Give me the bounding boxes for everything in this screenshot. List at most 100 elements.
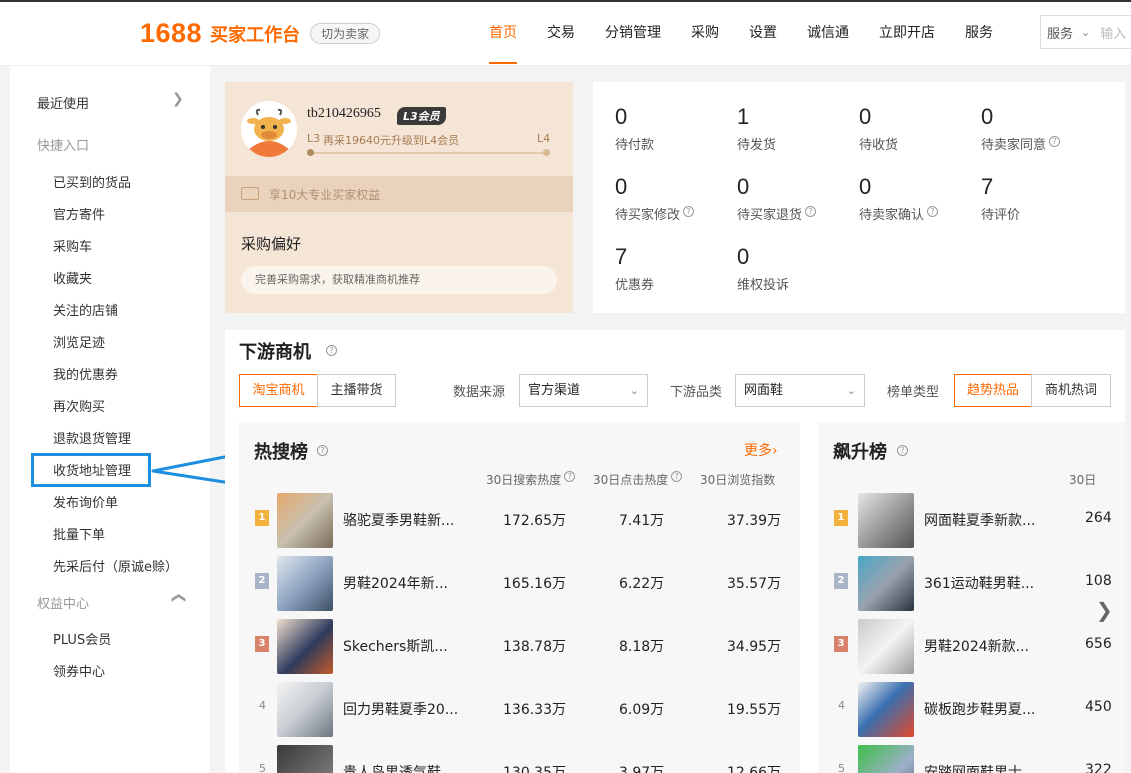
more-link[interactable]: 更多› [744, 440, 778, 460]
nav-settings[interactable]: 设置 [734, 0, 792, 66]
product-name[interactable]: Skechers斯凯... [343, 636, 468, 656]
nav-purchase[interactable]: 采购 [676, 0, 734, 66]
stat-label[interactable]: 维权投诉 [737, 274, 857, 293]
rights-text[interactable]: 享10大专业买家权益 [269, 186, 380, 203]
help-icon[interactable]: ? [564, 471, 576, 482]
chevron-down-icon[interactable]: ⌄ [847, 375, 856, 406]
product-thumbnail[interactable] [858, 682, 914, 737]
chevron-up-icon[interactable]: ❯ [170, 592, 186, 604]
sidebar-item-favorites[interactable]: 收藏夹 [53, 268, 92, 287]
product-name[interactable]: 贵人鸟男透气鞋 [343, 762, 468, 773]
help-icon[interactable]: ? [683, 206, 695, 217]
stat-label-text[interactable]: 待付款 [615, 138, 654, 153]
stat-number[interactable]: 7 [615, 244, 735, 270]
stat-label[interactable]: 待买家修改? [615, 204, 735, 223]
product-thumbnail[interactable] [277, 493, 333, 548]
product-name[interactable]: 网面鞋夏季新款... [924, 510, 1049, 530]
rights-banner[interactable]: 享10大专业买家权益 [225, 176, 573, 212]
product-thumbnail[interactable] [858, 493, 914, 548]
chevron-right-icon[interactable]: › [772, 443, 778, 459]
stat-label[interactable]: 待收货 [859, 134, 979, 153]
chevron-down-icon[interactable]: ⌄ [630, 375, 639, 406]
chevron-right-icon[interactable]: ❯ [172, 91, 184, 107]
help-icon[interactable]: ? [671, 471, 683, 482]
sidebar-item-cart[interactable]: 采购车 [53, 236, 92, 255]
product-thumbnail[interactable] [858, 745, 914, 773]
data-source-value[interactable]: 官方渠道 [528, 383, 580, 398]
stat-pending-shipment[interactable]: 1 待发货 [737, 104, 857, 153]
table-row[interactable]: 1 骆驼夏季男鞋新... 172.65万 7.41万 37.39万 [239, 488, 799, 551]
stat-pending-buyer-return[interactable]: 0 待买家退货? [737, 174, 857, 223]
avatar[interactable] [241, 101, 297, 157]
sidebar-item-followed-shops[interactable]: 关注的店铺 [53, 300, 118, 319]
carousel-next-icon[interactable]: ❯ [1096, 598, 1113, 622]
help-icon[interactable]: ? [897, 445, 908, 456]
table-row[interactable]: 4 回力男鞋夏季20... 136.33万 6.09万 19.55万 [239, 677, 799, 740]
nav-home[interactable]: 首页 [474, 0, 532, 66]
stat-label[interactable]: 待卖家确认? [859, 204, 979, 223]
brand[interactable]: 1688 买家工作台 切为卖家 [140, 18, 381, 49]
sidebar-item-bulk-order[interactable]: 批量下单 [53, 524, 105, 543]
stat-label-text[interactable]: 待收货 [859, 138, 898, 153]
sidebar-item-purchased[interactable]: 已买到的货品 [53, 172, 131, 191]
stat-label-text[interactable]: 优惠券 [615, 278, 654, 293]
stat-number[interactable]: 0 [737, 244, 857, 270]
member-level-badge[interactable]: L3会员 [397, 107, 446, 125]
product-name[interactable]: 碳板跑步鞋男夏... [924, 699, 1049, 719]
category-select[interactable]: 网面鞋 ⌄ [735, 374, 865, 407]
help-icon[interactable]: ? [805, 206, 817, 217]
table-row[interactable]: 5 贵人鸟男透气鞋 130.35万 3.97万 12.66万 [239, 740, 799, 773]
product-thumbnail[interactable] [277, 745, 333, 773]
stat-pending-receipt[interactable]: 0 待收货 [859, 104, 979, 153]
help-icon[interactable]: ? [326, 345, 337, 356]
stat-number[interactable]: 0 [615, 174, 735, 200]
stat-label[interactable]: 优惠券 [615, 274, 735, 293]
tab-trending-products[interactable]: 趋势热品 [954, 374, 1032, 407]
sidebar-item-rfq[interactable]: 发布询价单 [53, 492, 118, 511]
stat-label-text[interactable]: 待卖家确认 [859, 208, 924, 223]
sidebar-item-rebuy[interactable]: 再次购买 [53, 396, 105, 415]
category-value[interactable]: 网面鞋 [744, 383, 783, 398]
product-name[interactable]: 男鞋2024新款... [924, 636, 1049, 656]
nav-service[interactable]: 服务 [950, 0, 1008, 66]
nav-chengxintong[interactable]: 诚信通 [792, 0, 864, 66]
stat-number[interactable]: 0 [737, 174, 857, 200]
product-name[interactable]: 361运动鞋男鞋... [924, 573, 1049, 593]
product-thumbnail[interactable] [277, 619, 333, 674]
data-source-select[interactable]: 官方渠道 ⌄ [519, 374, 648, 407]
search-input[interactable]: 输入 [1100, 23, 1126, 42]
stat-coupons[interactable]: 7 优惠券 [615, 244, 735, 293]
table-row[interactable]: 1 网面鞋夏季新款... 264 [818, 488, 1125, 551]
stat-label-text[interactable]: 待买家修改 [615, 208, 680, 223]
product-thumbnail[interactable] [277, 556, 333, 611]
table-row[interactable]: 2 男鞋2024年新... 165.16万 6.22万 35.57万 [239, 551, 799, 614]
nav-distribution[interactable]: 分销管理 [590, 0, 676, 66]
stat-complaints[interactable]: 0 维权投诉 [737, 244, 857, 293]
stat-label-text[interactable]: 待买家退货 [737, 208, 802, 223]
table-row[interactable]: 3 男鞋2024新款... 656 [818, 614, 1125, 677]
sidebar-item-buy-now-pay-later[interactable]: 先采后付（原诚e赊） [53, 556, 178, 575]
stat-number[interactable]: 0 [859, 104, 979, 130]
sidebar-item-official-shipping[interactable]: 官方寄件 [53, 204, 105, 223]
purchase-preference-input[interactable]: 完善采购需求，获取精准商机推荐 [241, 266, 557, 294]
product-name[interactable]: 回力男鞋夏季20... [343, 699, 468, 719]
sidebar-item-history[interactable]: 浏览足迹 [53, 332, 105, 351]
product-name[interactable]: 男鞋2024年新... [343, 573, 468, 593]
product-thumbnail[interactable] [858, 556, 914, 611]
nav-trade[interactable]: 交易 [532, 0, 590, 66]
stat-label-text[interactable]: 待发货 [737, 138, 776, 153]
stat-pending-buyer-edit[interactable]: 0 待买家修改? [615, 174, 735, 223]
search-box[interactable]: 服务 ⌄ 输入 [1040, 15, 1131, 49]
sidebar-group-benefits[interactable]: 权益中心 [37, 593, 89, 612]
product-thumbnail[interactable] [858, 619, 914, 674]
product-name[interactable]: 安踏网面鞋男士 [924, 762, 1049, 773]
stat-pending-seller-approval[interactable]: 0 待卖家同意? [981, 104, 1101, 153]
stat-label[interactable]: 待评价 [981, 204, 1101, 223]
nav-open-shop[interactable]: 立即开店 [864, 0, 950, 66]
stat-label-text[interactable]: 待评价 [981, 208, 1020, 223]
brand-logo[interactable]: 1688 [140, 18, 202, 49]
stat-number[interactable]: 7 [981, 174, 1101, 200]
stat-label-text[interactable]: 待卖家同意 [981, 138, 1046, 153]
product-name[interactable]: 骆驼夏季男鞋新... [343, 510, 468, 530]
sidebar-item-plus[interactable]: PLUS会员 [53, 629, 111, 648]
